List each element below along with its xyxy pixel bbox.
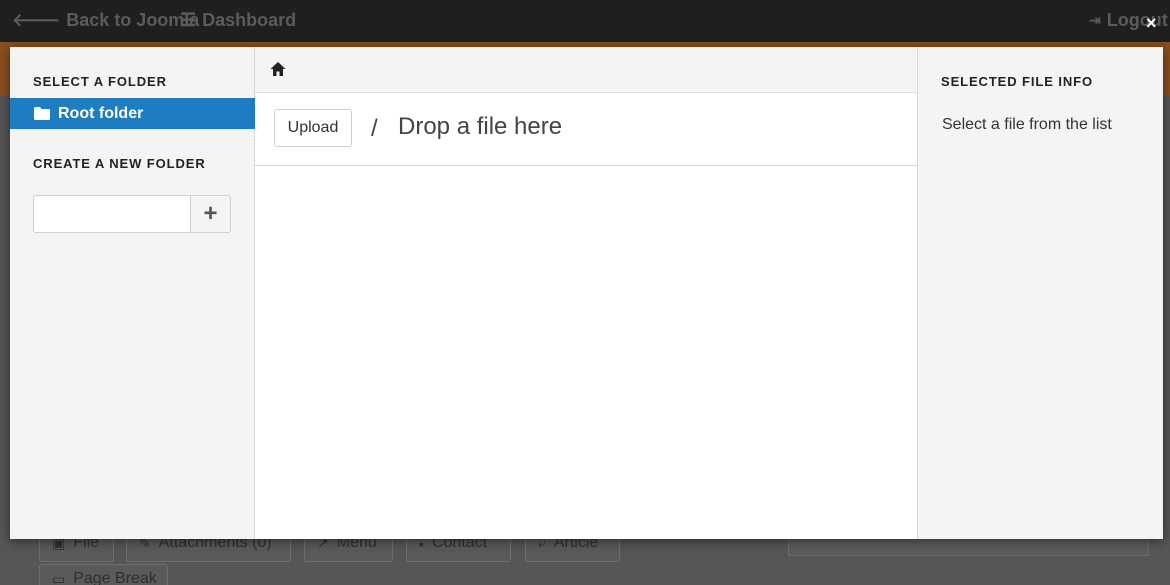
home-icon[interactable]	[270, 61, 286, 77]
file-info-text: Select a file from the list	[942, 116, 1112, 133]
upload-separator: /	[371, 115, 378, 142]
plus-icon: +	[203, 200, 218, 227]
back-to-joomla-link[interactable]: 🡐 Back to Joomla	[12, 10, 199, 31]
breadcrumb	[255, 47, 917, 93]
close-icon[interactable]: ×	[1146, 14, 1157, 32]
document-icon: ▭	[52, 570, 66, 585]
create-folder-heading: CREATE A NEW FOLDER	[33, 156, 206, 171]
arrow-left-icon: 🡐	[12, 10, 61, 30]
page-break-button[interactable]: ▭ Page Break	[39, 564, 168, 585]
dashboard-link[interactable]: ☰ Dashboard	[180, 10, 296, 31]
upload-button[interactable]: Upload	[274, 109, 352, 147]
folder-icon	[34, 107, 50, 120]
add-folder-button[interactable]: +	[191, 195, 231, 233]
list-icon: ☰	[180, 10, 197, 30]
select-folder-heading: SELECT A FOLDER	[33, 74, 167, 89]
new-folder-input[interactable]	[33, 195, 191, 233]
file-info-panel: SELECTED FILE INFO Select a file from th…	[917, 47, 1163, 539]
folder-panel: SELECT A FOLDER Root folder CREATE A NEW…	[10, 47, 255, 539]
file-browser-panel: Upload / Drop a file here	[255, 47, 917, 539]
root-folder-item[interactable]: Root folder	[10, 98, 255, 129]
top-bar: 🡐 Back to Joomla ☰ Dashboard ⇥ Logout	[0, 0, 1170, 42]
file-info-heading: SELECTED FILE INFO	[941, 74, 1093, 89]
file-list[interactable]	[255, 167, 917, 539]
drop-zone-text[interactable]: Drop a file here	[398, 113, 562, 141]
logout-icon: ⇥	[1089, 12, 1101, 28]
root-folder-label: Root folder	[58, 104, 144, 122]
media-manager-modal: SELECT A FOLDER Root folder CREATE A NEW…	[10, 47, 1163, 539]
upload-area: Upload / Drop a file here	[255, 93, 917, 166]
new-folder-group: +	[33, 195, 231, 233]
